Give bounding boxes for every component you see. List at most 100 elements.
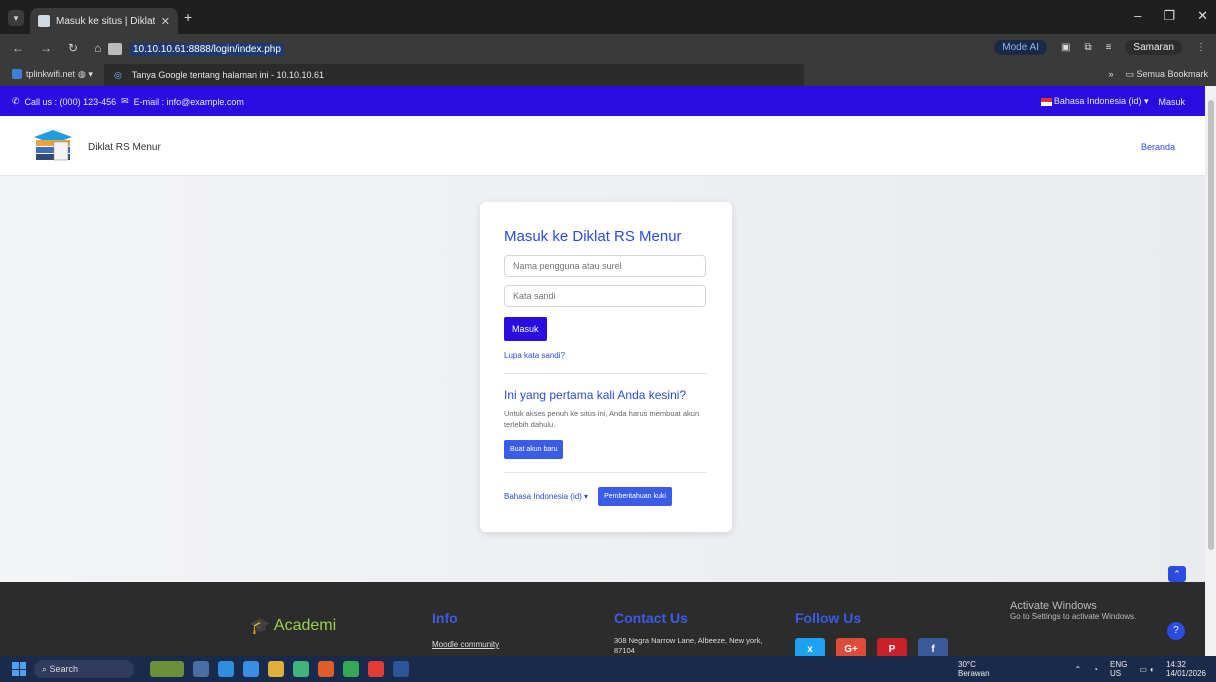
tab-title: Masuk ke situs | Diklat RS Menu (56, 15, 155, 27)
extensions-puzzle-icon[interactable]: ⧉ (1084, 42, 1091, 53)
word-icon[interactable] (393, 661, 409, 677)
create-account-button[interactable]: Buat akun baru (504, 440, 564, 459)
bookmarks-right: » ▭ Semua Bookmark (1108, 69, 1208, 80)
widgets-icon[interactable] (150, 661, 184, 677)
site-brand[interactable]: Diklat RS Menur (88, 142, 161, 153)
moodle-community-link[interactable]: Moodle community (432, 640, 499, 649)
academi-text: Academi (273, 617, 337, 634)
task-view-icon[interactable] (193, 661, 209, 677)
login-card: Masuk ke Diklat RS Menur Masuk Lupa kata… (480, 202, 732, 532)
settings-icon[interactable] (243, 661, 259, 677)
topbar-login-link[interactable]: Masuk (1158, 97, 1185, 107)
taskbar-apps (150, 661, 409, 677)
forward-icon[interactable]: → (40, 41, 52, 55)
browser-tabbar: ▾ Masuk ke situs | Diklat RS Menu ✕ + – … (0, 0, 1216, 34)
suggestion-text: Tanya Google tentang halaman ini - 10.10… (131, 70, 324, 80)
new-tab-icon[interactable]: + (184, 9, 192, 25)
extension-icon[interactable]: ▣ (1061, 42, 1070, 53)
phone-icon: ✆ (12, 96, 20, 106)
divider (504, 472, 707, 473)
nav-home-link[interactable]: Beranda (1141, 142, 1175, 152)
windows-start-icon[interactable] (12, 662, 26, 676)
username-input[interactable] (504, 255, 706, 277)
password-input[interactable] (504, 285, 706, 307)
back-icon[interactable]: ← (12, 41, 24, 55)
footer-address: 308 Negra Narrow Lane, Albeeze, New york… (614, 636, 763, 655)
facebook-icon[interactable]: f (918, 638, 948, 656)
input-language[interactable]: ENG US (1110, 660, 1127, 678)
tray-chevron-icon[interactable]: ⌃ (1074, 665, 1081, 674)
temperature: 30°C (958, 660, 976, 669)
network-icon[interactable]: ◔ (1093, 665, 1098, 674)
cookie-notice-button[interactable]: Pemberitahuan kuki (598, 487, 672, 506)
login-button[interactable]: Masuk (504, 317, 547, 341)
forgot-password-link[interactable]: Lupa kata sandi? (504, 351, 707, 360)
language-menu[interactable]: Bahasa Indonesia (id) ▾ (1040, 96, 1148, 107)
login-title: Masuk ke Diklat RS Menur (504, 228, 682, 245)
first-time-description: Untuk akses penuh ke situs ini, Anda har… (504, 409, 700, 429)
more-bookmarks-icon[interactable]: » (1108, 69, 1113, 80)
profile-button[interactable]: Samaran (1125, 40, 1182, 55)
taskbar-search[interactable]: ⌕ Search (34, 660, 134, 678)
help-button[interactable]: ? (1167, 622, 1185, 640)
reload-icon[interactable]: ↻ (68, 41, 78, 55)
wifi-volume-icon[interactable]: ▭ ◖ (1139, 665, 1154, 674)
reading-list-icon[interactable]: ≡ (1106, 42, 1112, 53)
activate-title: Activate Windows (1010, 600, 1097, 612)
tab-search-menu-icon[interactable]: ▾ (8, 10, 24, 26)
card-language-select[interactable]: Bahasa Indonesia (id) ▾ (504, 492, 588, 501)
topbar-right: Bahasa Indonesia (id) ▾ Masuk (1040, 96, 1185, 107)
academi-logo[interactable]: 🎓 Academi (250, 616, 336, 636)
activate-windows-watermark: Activate Windows Go to Settings to activ… (1010, 600, 1136, 621)
bookmark-label: tplinkwifi.net (26, 69, 76, 79)
browser-tab[interactable]: Masuk ke situs | Diklat RS Menu ✕ (30, 8, 178, 34)
site-header: Diklat RS Menur Beranda (0, 116, 1205, 176)
globe-icon[interactable]: ◍ ▾ (78, 69, 93, 80)
bookmarks-folder[interactable]: ▭ Semua Bookmark (1125, 69, 1208, 80)
bookmark-tplinkwifi[interactable]: tplinkwifi.net (12, 69, 75, 79)
window-controls: – ❐ ✕ (1134, 8, 1208, 24)
web-page: ✆ Call us : (000) 123-456 ✉ E-mail : inf… (0, 86, 1205, 656)
system-tray: ⌃ ◔ ENG US ▭ ◖ 14:32 14/01/2026 (1074, 660, 1206, 678)
scrollbar-thumb[interactable] (1208, 100, 1214, 550)
google-plus-icon[interactable]: G+ (836, 638, 866, 656)
navigation-buttons: ← → ↻ ⌂ (12, 41, 101, 55)
scroll-to-top-button[interactable]: ⌃ (1168, 566, 1186, 582)
clock[interactable]: 14:32 14/01/2026 (1166, 660, 1206, 678)
card-footer: Bahasa Indonesia (id) ▾ Pemberitahuan ku… (504, 487, 707, 506)
app-icon[interactable] (318, 661, 334, 677)
windows-taskbar: ⌕ Search 30°C Berawan ⌃ ◔ ENG US ▭ ◖ 14:3… (0, 656, 1216, 682)
app-icon[interactable] (218, 661, 234, 677)
date: 14/01/2026 (1165, 669, 1206, 678)
file-explorer-icon[interactable] (268, 661, 284, 677)
url-text[interactable]: 10.10.10.61:8888/login/index.php (130, 42, 284, 56)
site-logo-icon[interactable] (32, 128, 74, 164)
social-links: x G+ P f (795, 638, 948, 656)
mode-ai-button[interactable]: Mode AI (994, 40, 1047, 55)
omnibox-suggestion[interactable]: ◎ Tanya Google tentang halaman ini - 10.… (104, 64, 804, 86)
pinterest-icon[interactable]: P (877, 638, 907, 656)
graduation-cap-icon: 🎓 (250, 618, 270, 635)
taskbar-search-label: Search (49, 664, 79, 674)
twitter-icon[interactable]: x (795, 638, 825, 656)
first-time-title: Ini yang pertama kali Anda kesini? (504, 388, 687, 402)
bookmarks-folder-label: Semua Bookmark (1136, 69, 1208, 79)
language-top: ENG (1109, 660, 1128, 669)
close-window-icon[interactable]: ✕ (1197, 8, 1208, 24)
menu-kebab-icon[interactable]: ⋮ (1196, 42, 1206, 53)
time: 14:32 (1165, 660, 1186, 669)
chrome-icon[interactable] (343, 661, 359, 677)
home-icon[interactable]: ⌂ (94, 41, 101, 55)
site-info-icon[interactable] (108, 43, 122, 55)
whatsapp-icon[interactable] (293, 661, 309, 677)
close-tab-icon[interactable]: ✕ (161, 15, 170, 28)
restore-icon[interactable]: ❐ (1163, 8, 1175, 24)
youtube-icon[interactable] (368, 661, 384, 677)
page-scrollbar[interactable] (1205, 86, 1216, 656)
minimize-icon[interactable]: – (1134, 8, 1141, 24)
bookmark-favicon-icon (12, 69, 22, 79)
activate-subtitle: Go to Settings to activate Windows. (1010, 612, 1137, 621)
weather-widget[interactable]: 30°C Berawan (958, 660, 990, 678)
site-favicon-icon (38, 15, 50, 27)
language-bottom: US (1109, 669, 1122, 678)
